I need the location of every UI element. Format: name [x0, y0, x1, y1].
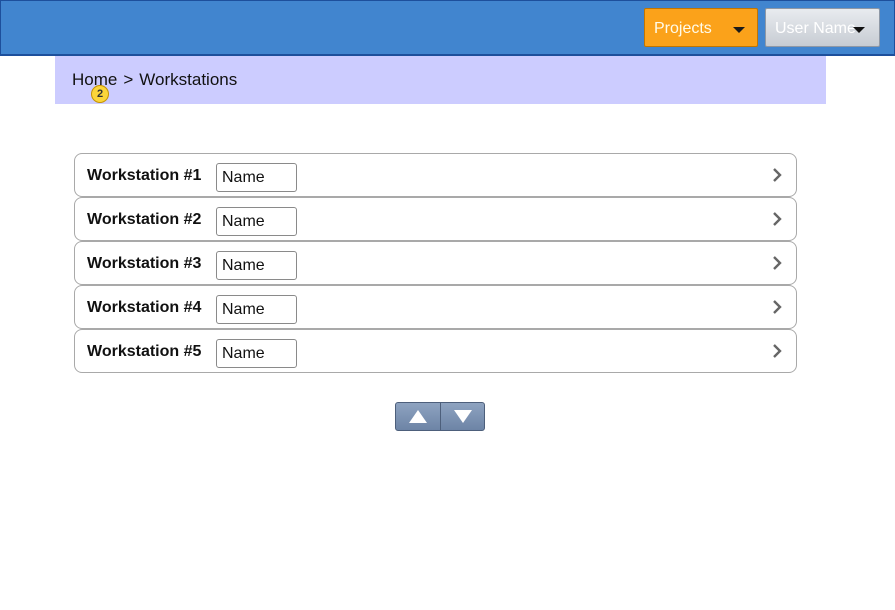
- caret-down-icon: [733, 27, 745, 33]
- arrow-down-icon: [454, 410, 472, 423]
- breadcrumb-current: Workstations: [139, 70, 238, 89]
- workstation-row[interactable]: Workstation #2: [74, 197, 797, 241]
- top-navigation-bar: Projects User Name: [0, 0, 895, 56]
- pager-control: [395, 402, 485, 431]
- chevron-right-icon: [773, 212, 782, 226]
- workstation-list: Workstation #1 Workstation #2 Workstatio…: [74, 153, 797, 373]
- chevron-right-icon: [773, 344, 782, 358]
- workstation-name-input[interactable]: [216, 339, 297, 368]
- workstation-row[interactable]: Workstation #1: [74, 153, 797, 197]
- workstation-title: Workstation #2: [87, 211, 202, 228]
- workstation-row[interactable]: Workstation #3: [74, 241, 797, 285]
- user-menu-button[interactable]: User Name: [765, 8, 880, 47]
- workstation-name-input[interactable]: [216, 207, 297, 236]
- workstation-name-input[interactable]: [216, 295, 297, 324]
- chevron-right-icon: [773, 256, 782, 270]
- workstation-row[interactable]: Workstation #5: [74, 329, 797, 373]
- arrow-up-icon: [409, 410, 427, 423]
- page-down-button[interactable]: [441, 403, 484, 430]
- caret-down-icon: [853, 27, 865, 33]
- workstation-title: Workstation #3: [87, 255, 202, 272]
- projects-label: Projects: [654, 20, 712, 37]
- workstation-name-input[interactable]: [216, 163, 297, 192]
- workstation-title: Workstation #5: [87, 343, 202, 360]
- workstation-name-input[interactable]: [216, 251, 297, 280]
- user-name-label: User Name: [775, 20, 856, 37]
- breadcrumb-bar: Home > Workstations 2: [55, 56, 826, 104]
- breadcrumb-separator: >: [123, 70, 134, 89]
- workstation-title: Workstation #1: [87, 167, 202, 184]
- projects-dropdown-button[interactable]: Projects: [644, 8, 758, 47]
- workstation-title: Workstation #4: [87, 299, 202, 316]
- chevron-right-icon: [773, 300, 782, 314]
- workstation-row[interactable]: Workstation #4: [74, 285, 797, 329]
- annotation-badge: 2: [91, 85, 109, 103]
- page-up-button[interactable]: [396, 403, 441, 430]
- chevron-right-icon: [773, 168, 782, 182]
